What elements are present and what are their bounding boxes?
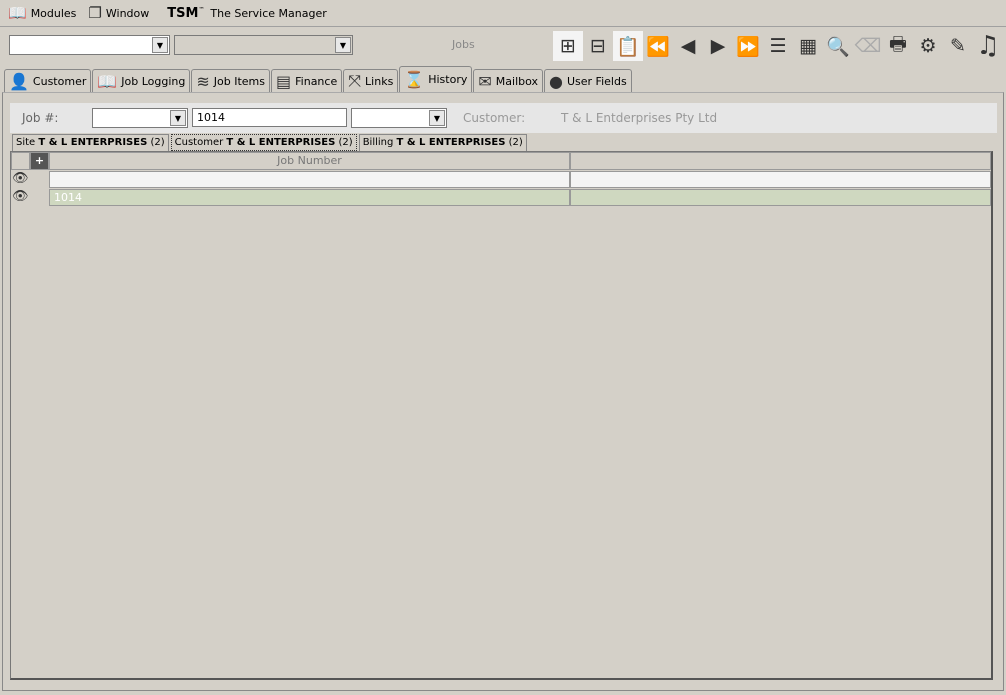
previous-icon: ◀ — [680, 35, 696, 57]
subtab-site[interactable]: Site T & L ENTERPRISES (2) — [12, 134, 169, 151]
settings-icon: ⚙ — [919, 35, 937, 57]
mail-icon: ✉ — [478, 71, 492, 91]
print-icon: 🖶 — [889, 33, 907, 55]
previous-button[interactable]: ◀ — [673, 31, 703, 61]
add-icon: ⊞ — [560, 35, 576, 57]
main-tabs: 👤 Customer 📖 Job Logging ≋ Job Items ▤ Finan… — [4, 66, 633, 92]
copy-icon: 📋 — [616, 35, 640, 58]
grid-button[interactable]: ▦ — [793, 31, 823, 61]
user-fields-icon: ● — [549, 71, 563, 91]
menu-bar: 📖 Modules ❐ Window TSM™ The Service Manager — [0, 0, 1006, 27]
menu-window[interactable]: ❐ Window — [88, 4, 149, 22]
context-label: Jobs — [452, 38, 475, 51]
filter-bar: Job #: ▼ 1014 ▼ Customer: T & L Entderpr… — [10, 103, 997, 133]
copy-button[interactable]: 📋 — [613, 31, 643, 61]
remove-button[interactable]: ⊟ — [583, 31, 613, 61]
zoom-icon: 🔍 — [826, 35, 850, 58]
tab-job-items[interactable]: ≋ Job Items — [191, 69, 271, 92]
tab-links[interactable]: ⤧ Links — [343, 69, 399, 92]
chevron-down-icon: ▼ — [335, 37, 351, 53]
links-icon: ⤧ — [348, 71, 362, 90]
table-cell[interactable] — [570, 171, 991, 188]
eraser-button[interactable]: ⌫ — [853, 31, 883, 61]
history-grid: + Job Number 👁 👁 1014 — [10, 151, 993, 680]
book-icon: 📖 — [8, 4, 27, 22]
next-button[interactable]: ▶ — [703, 31, 733, 61]
tab-job-logging[interactable]: 📖 Job Logging — [92, 69, 191, 92]
edit-icon: ✎ — [950, 35, 966, 57]
window-icon: ❐ — [88, 4, 102, 22]
book-icon: 📖 — [97, 71, 118, 91]
settings-button[interactable]: ⚙ — [913, 31, 943, 61]
address-tabs: Site T & L ENTERPRISES (2) Customer T & … — [12, 134, 529, 151]
tab-mailbox[interactable]: ✉ Mailbox — [473, 69, 544, 92]
job-prefix-select[interactable]: ▼ — [92, 108, 188, 128]
job-number-label: Job #: — [22, 111, 59, 125]
brand: TSM — [167, 5, 199, 21]
remove-icon: ⊟ — [590, 35, 606, 57]
plus-icon: + — [34, 154, 45, 167]
list-icon: ☰ — [769, 35, 787, 57]
first-icon: ⏪ — [646, 35, 670, 58]
eye-icon[interactable]: 👁 — [12, 189, 29, 204]
toolbar: ⊞ ⊟ 📋 ⏪ ◀ ▶ ⏩ ☰ ▦ 🔍 ⌫ 🖶 ⚙ ✎ ♫ — [553, 31, 1003, 61]
hourglass-icon: ⌛ — [404, 70, 425, 89]
app-title: TSM™ The Service Manager — [167, 6, 327, 21]
tab-history[interactable]: ⌛ History — [399, 66, 473, 92]
expand-all-button[interactable]: + — [30, 152, 49, 170]
menu-modules[interactable]: 📖 Modules — [8, 4, 76, 22]
first-button[interactable]: ⏪ — [643, 31, 673, 61]
row-header-corner — [11, 152, 30, 170]
tab-customer[interactable]: 👤 Customer — [4, 69, 92, 92]
music-button[interactable]: ♫ — [973, 31, 1003, 61]
column-header-blank[interactable] — [570, 152, 991, 170]
next-icon: ▶ — [710, 35, 726, 57]
trademark: ™ — [198, 6, 205, 14]
list-button[interactable]: ☰ — [763, 31, 793, 61]
customer-value: T & L Entderprises Pty Ltd — [561, 111, 718, 125]
record-select[interactable]: ▼ — [174, 35, 353, 55]
table-cell[interactable] — [570, 189, 991, 206]
person-icon: 👤 — [9, 71, 29, 91]
eye-icon[interactable]: 👁 — [12, 171, 29, 186]
chevron-down-icon: ▼ — [152, 37, 168, 53]
last-button[interactable]: ⏩ — [733, 31, 763, 61]
music-icon: ♫ — [976, 31, 1000, 61]
eraser-icon: ⌫ — [854, 35, 882, 57]
table-cell[interactable] — [49, 171, 570, 188]
tab-finance[interactable]: ▤ Finance — [271, 69, 343, 92]
print-button[interactable]: 🖶 — [883, 31, 913, 61]
subtab-billing[interactable]: Billing T & L ENTERPRISES (2) — [358, 134, 527, 151]
column-header-job-number[interactable]: Job Number — [49, 152, 570, 170]
zoom-button[interactable]: 🔍 — [823, 31, 853, 61]
subtab-customer[interactable]: Customer T & L ENTERPRISES (2) — [170, 134, 357, 151]
chevron-down-icon: ▼ — [170, 110, 186, 126]
grid-icon: ▦ — [799, 35, 817, 57]
edit-button[interactable]: ✎ — [943, 31, 973, 61]
tab-user-fields[interactable]: ● User Fields — [544, 69, 632, 92]
chevron-down-icon: ▼ — [429, 110, 445, 126]
add-button[interactable]: ⊞ — [553, 31, 583, 61]
finance-icon: ▤ — [276, 71, 292, 91]
customer-label: Customer: — [463, 111, 526, 125]
table-cell[interactable]: 1014 — [49, 189, 570, 206]
app-title-text: The Service Manager — [210, 6, 327, 20]
job-suffix-select[interactable]: ▼ — [351, 108, 447, 128]
module-select[interactable]: ▼ — [9, 35, 170, 55]
job-number-input[interactable]: 1014 — [192, 108, 347, 127]
last-icon: ⏩ — [736, 35, 760, 58]
layers-icon: ≋ — [196, 71, 210, 91]
